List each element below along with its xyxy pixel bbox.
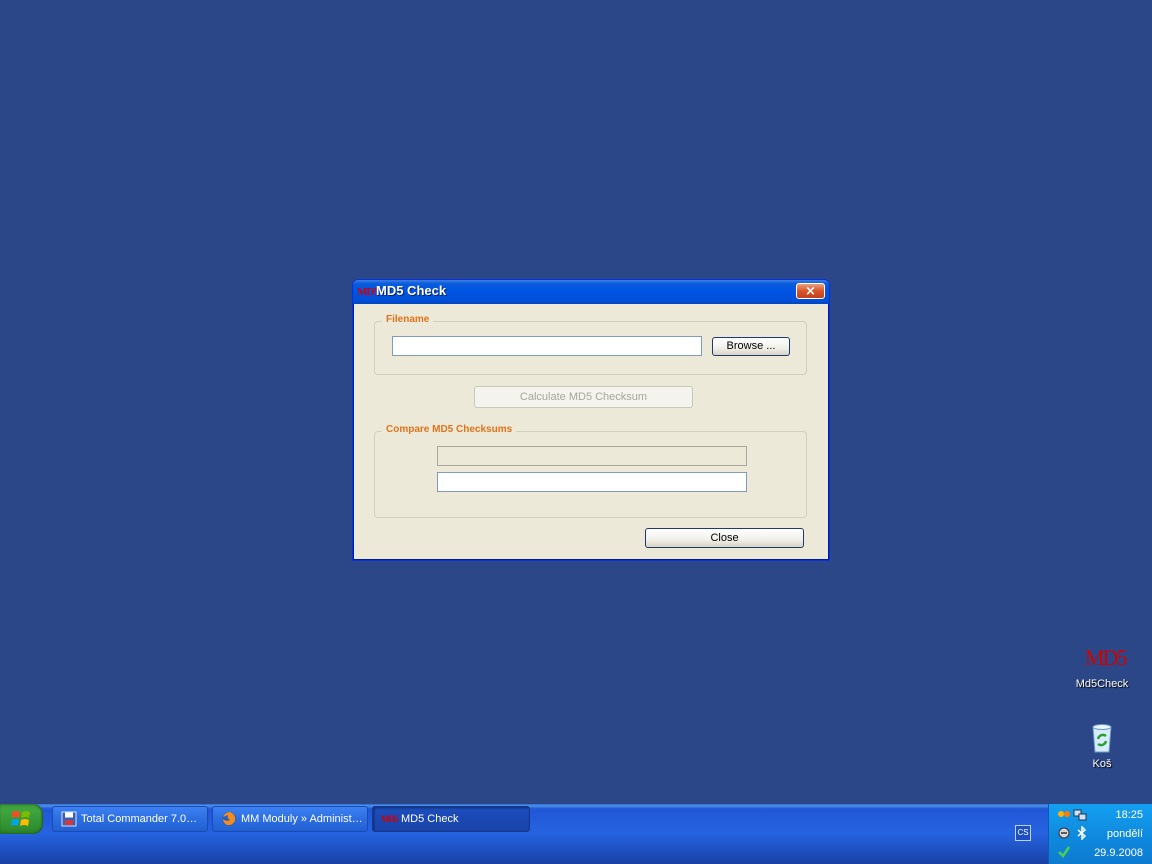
- compare-legend: Compare MD5 Checksums: [382, 424, 517, 435]
- start-button[interactable]: [0, 804, 43, 834]
- update-icon[interactable]: [1057, 844, 1071, 858]
- browse-button[interactable]: Browse ...: [712, 337, 790, 356]
- window-title: MD5 Check: [376, 283, 447, 298]
- md5-icon: MD5: [1085, 645, 1127, 670]
- desktop-icon-recycle-bin[interactable]: Koš: [1067, 722, 1137, 770]
- floppy-icon: [61, 811, 77, 827]
- taskbar-button-label: Total Commander 7.0…: [81, 813, 198, 825]
- clock-time[interactable]: 18:25: [1115, 809, 1143, 821]
- taskbar-button-total-commander[interactable]: Total Commander 7.0…: [52, 806, 208, 832]
- title-bar[interactable]: MD5 MD5 Check ×: [353, 280, 829, 304]
- desktop-icon-label: Md5Check: [1075, 678, 1129, 690]
- safely-remove-hardware-icon[interactable]: [1057, 826, 1071, 840]
- md5-icon: MD5: [357, 286, 379, 298]
- firefox-icon: [222, 812, 236, 826]
- desktop-icon-label: Koš: [1092, 758, 1112, 770]
- windows-logo-icon: [11, 811, 30, 826]
- close-button[interactable]: Close: [645, 528, 804, 548]
- filename-legend: Filename: [382, 314, 434, 325]
- calculated-checksum-field: [437, 446, 747, 466]
- language-indicator[interactable]: CS: [1015, 825, 1031, 841]
- compare-group: Compare MD5 Checksums: [374, 424, 807, 518]
- taskbar: Total Commander 7.0… MM Moduly » Adminis…: [0, 804, 1152, 864]
- system-tray: 18:25 pondělí 29.9.2008: [1048, 804, 1152, 864]
- filename-input[interactable]: [392, 336, 702, 356]
- window-close-button[interactable]: ×: [796, 283, 825, 299]
- taskbar-button-firefox[interactable]: MM Moduly » Administ…: [212, 806, 368, 832]
- recycle-bin-icon: [1092, 724, 1112, 753]
- calculate-md5-button[interactable]: Calculate MD5 Checksum: [474, 386, 693, 408]
- compare-checksum-input[interactable]: [437, 472, 747, 492]
- bluetooth-icon[interactable]: [1075, 826, 1089, 840]
- clock-date: 29.9.2008: [1094, 847, 1143, 859]
- messenger-icon[interactable]: [1057, 808, 1071, 822]
- filename-group: Filename Browse ...: [374, 314, 807, 375]
- md5-check-window: MD5 MD5 Check × Filename Browse ... Calc…: [352, 279, 830, 561]
- desktop: MD5 MD5 Check × Filename Browse ... Calc…: [0, 0, 1152, 804]
- network-icon[interactable]: [1073, 808, 1087, 822]
- taskbar-button-label: MM Moduly » Administ…: [241, 813, 363, 825]
- taskbar-button-label: MD5 Check: [401, 813, 459, 825]
- md5-icon: MD5: [381, 814, 399, 824]
- taskbar-button-md5-check[interactable]: MD5 MD5 Check: [372, 806, 530, 832]
- clock-day: pondělí: [1106, 828, 1143, 840]
- desktop-icon-md5check[interactable]: MD5 Md5Check: [1067, 642, 1137, 690]
